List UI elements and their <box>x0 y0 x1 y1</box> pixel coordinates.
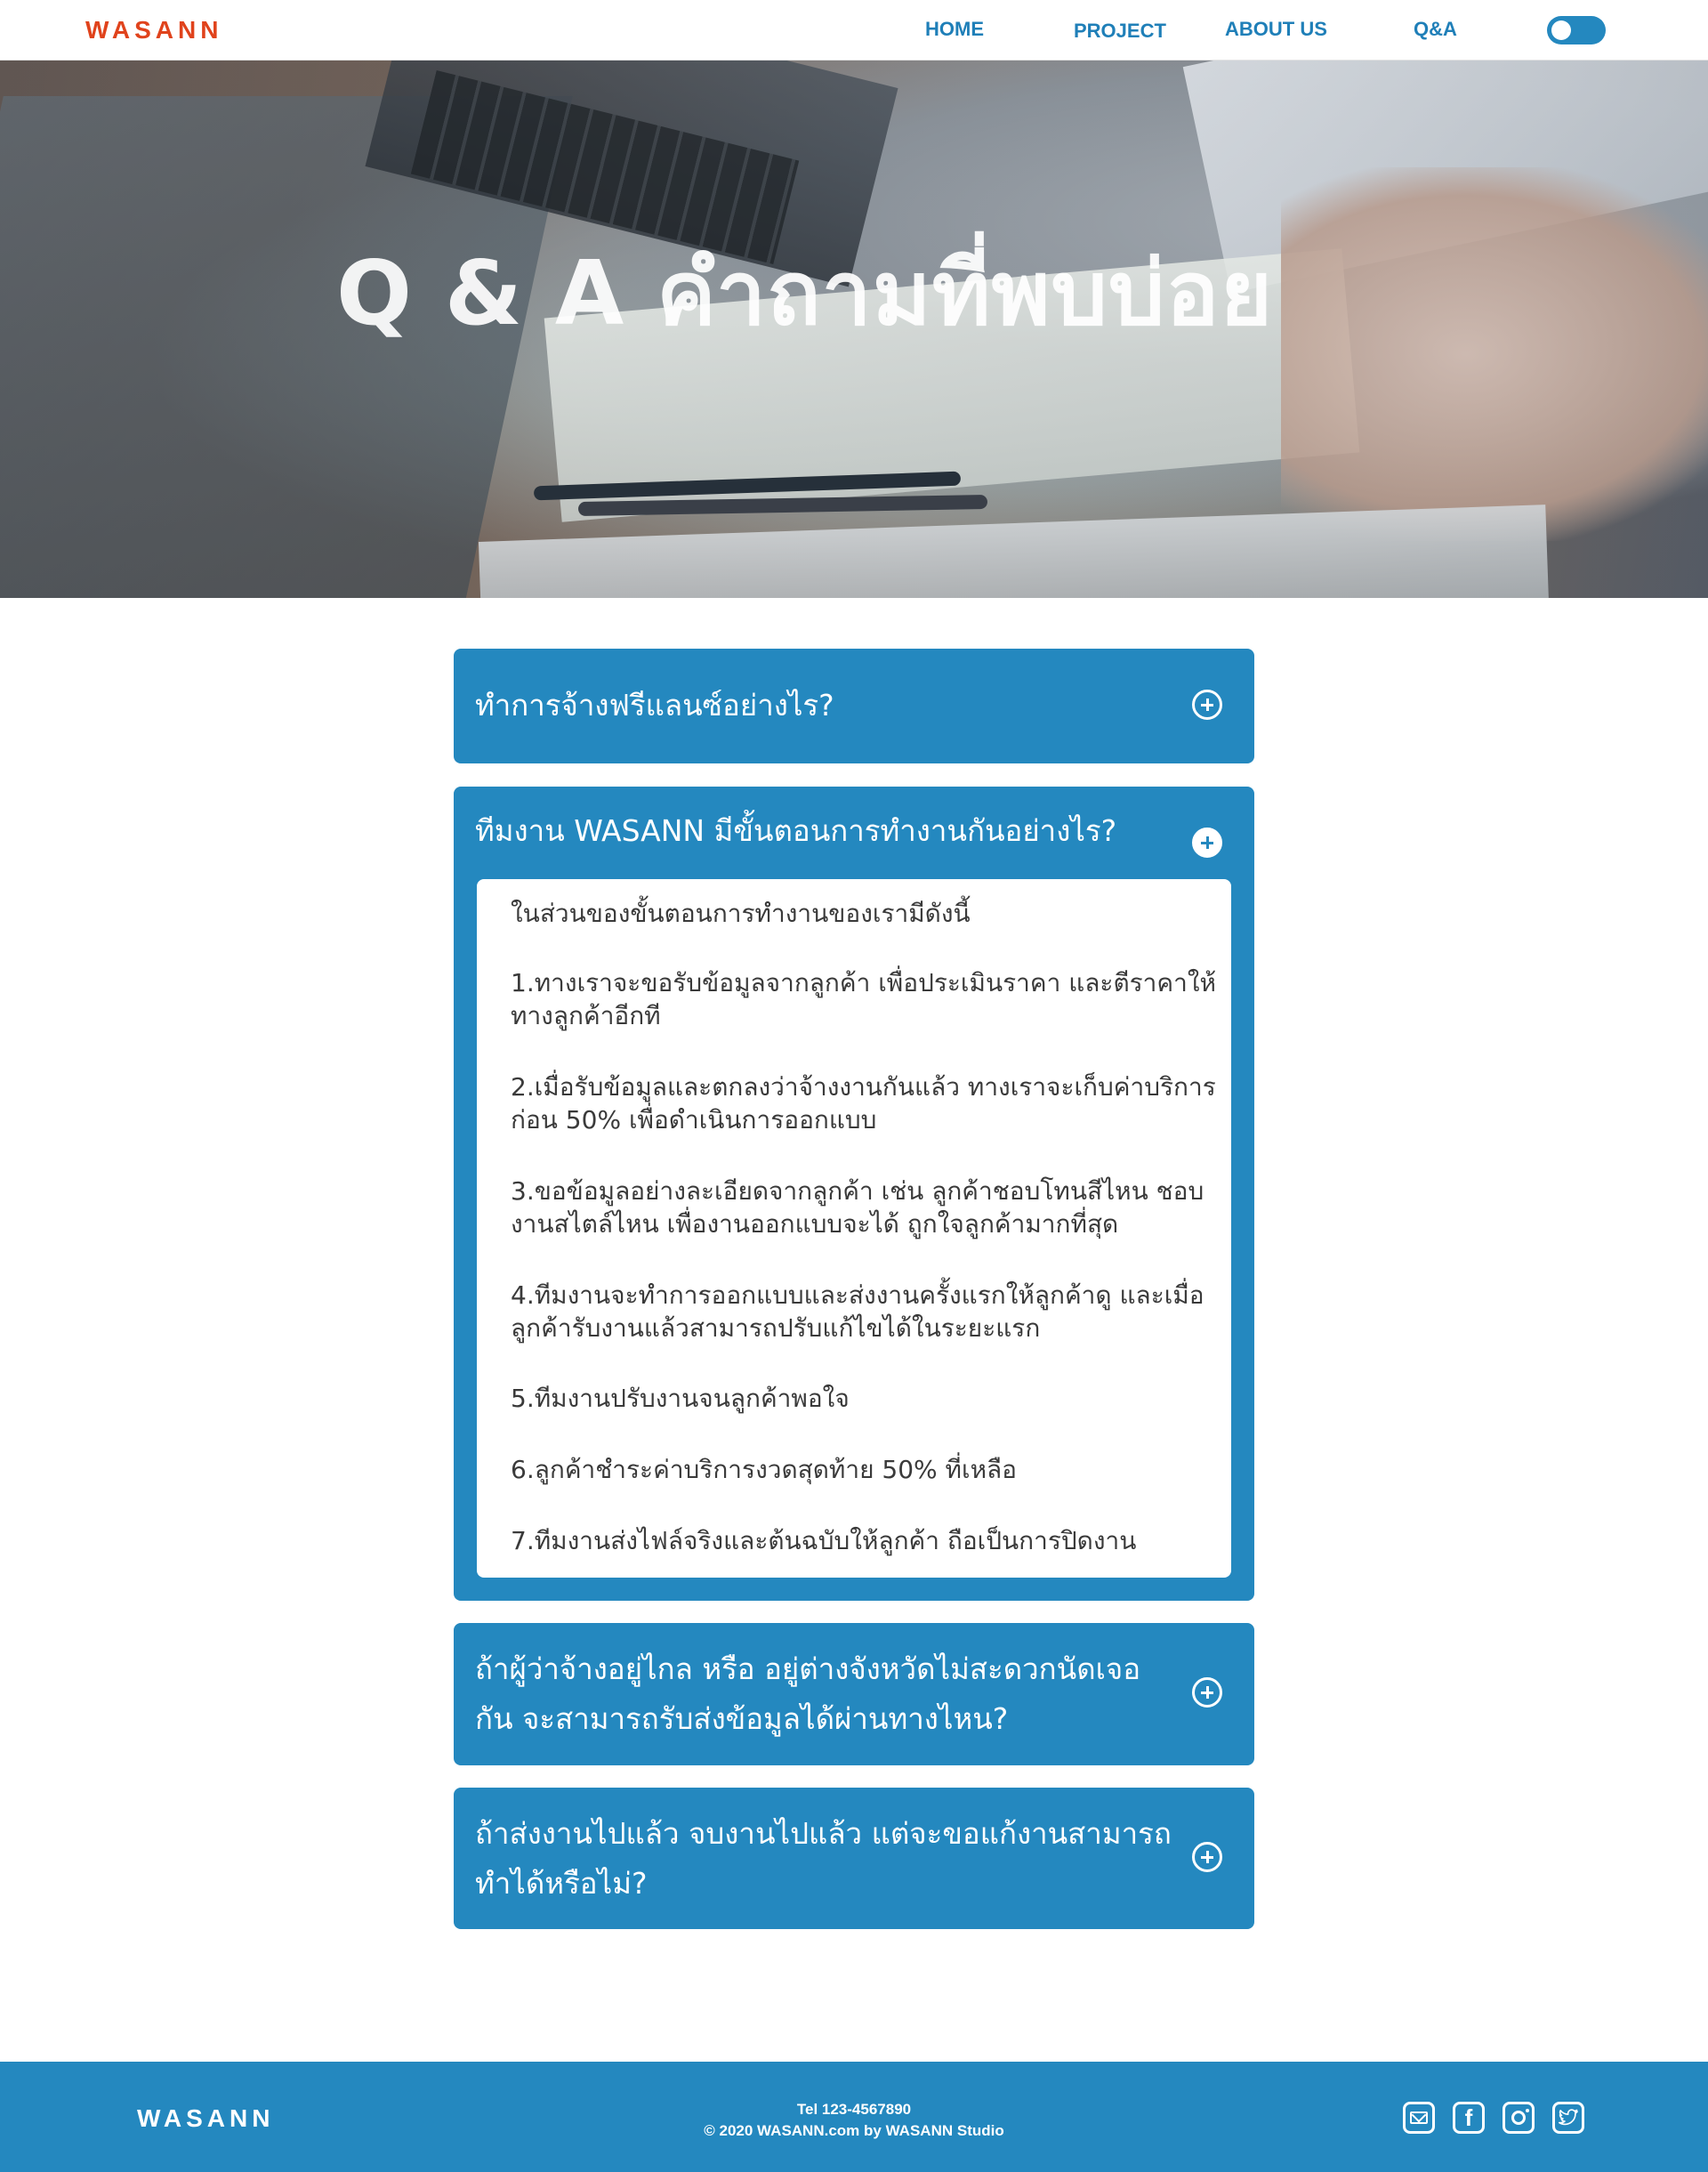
footer-info: Tel 123-4567890 © 2020 WASANN.com by WAS… <box>676 2099 1032 2142</box>
faq-question: ถ้าส่งงานไปแล้ว จบงานไปแล้ว แต่จะขอแก้งา… <box>475 1816 1172 1901</box>
navbar: WASANN HOME PROJECT ABOUT US Q&A <box>0 0 1708 61</box>
instagram-icon[interactable] <box>1503 2102 1535 2134</box>
answer-step: 3.ขอข้อมูลอย่างละเอียดจากลูกค้า เช่น ลูก… <box>511 1176 1204 1239</box>
answer-step: 6.ลูกค้าชำระค่าบริการงวดสุดท้าย 50% ที่เ… <box>511 1455 1017 1484</box>
faq-item-expanded[interactable]: ทีมงาน WASANN มีขั้นตอนการทำงานกันอย่างไ… <box>454 787 1254 1601</box>
expand-plus-icon[interactable] <box>1192 690 1222 720</box>
mail-icon[interactable] <box>1403 2102 1435 2134</box>
footer-logo[interactable]: WASANN <box>137 2104 274 2133</box>
expand-plus-icon[interactable] <box>1192 1842 1222 1872</box>
answer-step: 5.ทีมงานปรับงานจนลูกค้าพอใจ <box>511 1384 850 1413</box>
footer-copyright: © 2020 WASANN.com by WASANN Studio <box>704 2122 1004 2139</box>
hero-image-laptop-bottom <box>478 505 1551 598</box>
faq-item[interactable]: ถ้าส่งงานไปแล้ว จบงานไปแล้ว แต่จะขอแก้งา… <box>454 1788 1254 1929</box>
twitter-bird <box>1559 2109 1578 2126</box>
hero-image-hand <box>1281 167 1708 541</box>
faq-question: ถ้าผู้ว่าจ้างอยู่ไกล หรือ อยู่ต่างจังหวั… <box>475 1651 1141 1736</box>
twitter-icon[interactable] <box>1552 2102 1584 2134</box>
answer-step: 4.ทีมงานจะทำการออกแบบและส่งงานครั้งแรกให… <box>511 1280 1204 1343</box>
answer-step: 1.ทางเราจะขอรับข้อมูลจากลูกค้า เพื่อประเ… <box>511 968 1216 1030</box>
footer: WASANN Tel 123-4567890 © 2020 WASANN.com… <box>0 2062 1708 2172</box>
instagram-lens <box>1511 2111 1526 2125</box>
hero-title: Q & A คำถามที่พบบ่อย <box>336 241 1274 345</box>
instagram-dot <box>1526 2109 1529 2112</box>
nav-qa[interactable]: Q&A <box>1414 18 1457 41</box>
faq-answer-panel: ในส่วนของขั้นตอนการทำงานของเรามีดังนี้ 1… <box>477 879 1231 1578</box>
facebook-glyph: f <box>1464 2103 1473 2131</box>
answer-step: 2.เมื่อรับข้อมูลและตกลงว่าจ้างงานกันแล้ว… <box>511 1072 1216 1134</box>
facebook-icon[interactable]: f <box>1453 2102 1485 2134</box>
logo[interactable]: WASANN <box>85 16 222 44</box>
envelope-glyph <box>1410 2111 1428 2124</box>
answer-intro: ในส่วนของขั้นตอนการทำงานของเรามีดังนี้ <box>511 899 971 928</box>
expand-plus-icon[interactable] <box>1192 1677 1222 1708</box>
footer-tel: Tel 123-4567890 <box>796 2101 912 2118</box>
faq-item[interactable]: ถ้าผู้ว่าจ้างอยู่ไกล หรือ อยู่ต่างจังหวั… <box>454 1623 1254 1765</box>
answer-step: 7.ทีมงานส่งไฟล์จริงและต้นฉบับให้ลูกค้า ถ… <box>511 1526 1137 1555</box>
faq-question: ทีมงาน WASANN มีขั้นตอนการทำงานกันอย่างไ… <box>475 813 1117 848</box>
nav-about-us[interactable]: ABOUT US <box>1225 18 1327 41</box>
toggle-knob <box>1551 20 1571 40</box>
collapse-plus-icon[interactable] <box>1192 828 1222 858</box>
faq-item[interactable]: ทำการจ้างฟรีแลนซ์อย่างไร? <box>454 649 1254 763</box>
faq-question: ทำการจ้างฟรีแลนซ์อย่างไร? <box>475 688 834 723</box>
nav-project[interactable]: PROJECT <box>1074 20 1166 43</box>
nav-home[interactable]: HOME <box>925 18 984 41</box>
theme-toggle[interactable] <box>1547 16 1606 44</box>
hero-banner: Q & A คำถามที่พบบ่อย <box>0 61 1708 598</box>
